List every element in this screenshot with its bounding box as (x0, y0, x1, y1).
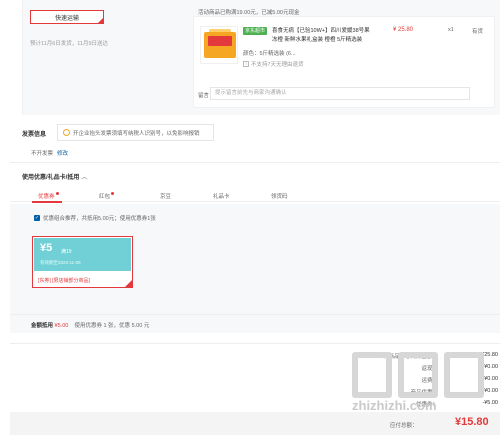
tab-gift-card[interactable]: 礼品卡 (213, 192, 230, 200)
product-image[interactable] (200, 26, 238, 64)
new-dot-icon (111, 192, 115, 195)
payable-amount: ¥15.80 (455, 416, 489, 428)
payable-label: 应付总额： (390, 423, 418, 429)
invoice-status: 不开发票 (31, 151, 54, 157)
coupon-section-title[interactable]: 使用优惠/礼品卡/抵用 ︿ (22, 172, 87, 181)
product-quantity: x1 (448, 27, 454, 33)
tab-label: 领货码 (271, 194, 288, 200)
shipping-option-label: 快速运输 (54, 15, 79, 22)
invoice-tip: 开企业抬头发票须填写纳税人识别号，以免影响报销 (57, 124, 214, 141)
coupon-validity: 有效期至2023-11-05 (40, 260, 81, 265)
tab-label: 红包 (99, 194, 111, 200)
product-price: ¥ 25.80 (393, 27, 414, 33)
active-tab-indicator (32, 201, 62, 203)
pay-bar (10, 412, 500, 435)
checkbox-checked-icon[interactable]: ✓ (34, 215, 40, 221)
section-divider (10, 162, 500, 163)
tab-label: 优惠券 (38, 194, 55, 200)
coupon-card[interactable]: ¥5 满19 有效期至2023-11-05 [东券] [限店铺部分商品] (32, 236, 133, 288)
tab-label: 礼品卡 (213, 194, 230, 200)
watermark-logo-icon (352, 352, 484, 398)
summary-label: 金额抵用 (31, 323, 54, 329)
total-value: -¥5.00 (482, 400, 498, 406)
product-spec: 颜色：5斤精选装 (6... (243, 51, 296, 57)
tab-red-packet[interactable]: 红包 (99, 192, 115, 200)
coupon-tabs (10, 188, 500, 202)
no-return-notice: ! 不支持7天无理由退货 (243, 60, 304, 68)
lightbulb-icon (63, 129, 70, 136)
promo-summary: 活动商品已购满19.00元，已减5.00元现金 (198, 10, 300, 16)
selected-corner-icon (125, 280, 132, 287)
coupon-scope: [东券] [限店铺部分商品] (38, 278, 90, 284)
recommend-text: 优惠组合推荐，共抵用5.00元；使用优惠券1张 (43, 216, 156, 222)
tab-label: 京豆 (160, 194, 172, 200)
coupon-condition: 满19 (61, 249, 72, 255)
selected-corner-icon (98, 18, 103, 23)
recommend-row[interactable]: ✓ 优惠组合推荐，共抵用5.00元；使用优惠券1张 (34, 214, 156, 222)
summary-amount: ¥5.00 (54, 323, 69, 329)
stock-status: 有货 (472, 29, 484, 35)
product-title[interactable]: 喜食无病【已验10W+】四川爱媛38号果冻橙 新鲜水果礼盒装 橙橙 5斤精选装 (272, 27, 372, 44)
coupon-summary: 金额抵用 ¥5.00 使用优惠券 1 张，优惠 5.00 元 (31, 321, 149, 329)
coupon-section-label: 使用优惠/礼品卡/抵用 (22, 175, 80, 181)
shipping-option-button[interactable]: 快速运输 (30, 10, 104, 24)
coupon-header: ¥5 满19 有效期至2023-11-05 (34, 238, 131, 271)
new-dot-icon (55, 192, 59, 195)
no-return-text: 不支持7天无理由退货 (251, 62, 304, 68)
supermarket-tag: 京东超市 (243, 27, 268, 35)
coupon-amount: ¥5 (40, 242, 53, 254)
invoice-edit-link[interactable]: 修改 (57, 149, 68, 157)
chevron-up-icon: ︿ (81, 175, 88, 181)
remark-input[interactable]: 提示留言前先与商家沟通确认 (210, 87, 470, 100)
tab-jd-beans[interactable]: 京豆 (160, 192, 171, 200)
tab-coupons[interactable]: 优惠券 (38, 192, 59, 200)
delivery-eta: 预计11月6日发货，11月9日送达 (30, 41, 109, 47)
invoice-section-title: 发票信息 (22, 132, 47, 138)
invoice-tip-text: 开企业抬头发票须填写纳税人识别号，以免影响报销 (73, 130, 200, 137)
info-icon: ! (243, 61, 249, 67)
tab-redeem-code[interactable]: 领货码 (271, 192, 288, 200)
watermark-text: zhizhizhi.com (352, 398, 437, 413)
section-divider (10, 343, 500, 344)
summary-detail: 使用优惠券 1 张，优惠 5.00 元 (74, 323, 150, 329)
